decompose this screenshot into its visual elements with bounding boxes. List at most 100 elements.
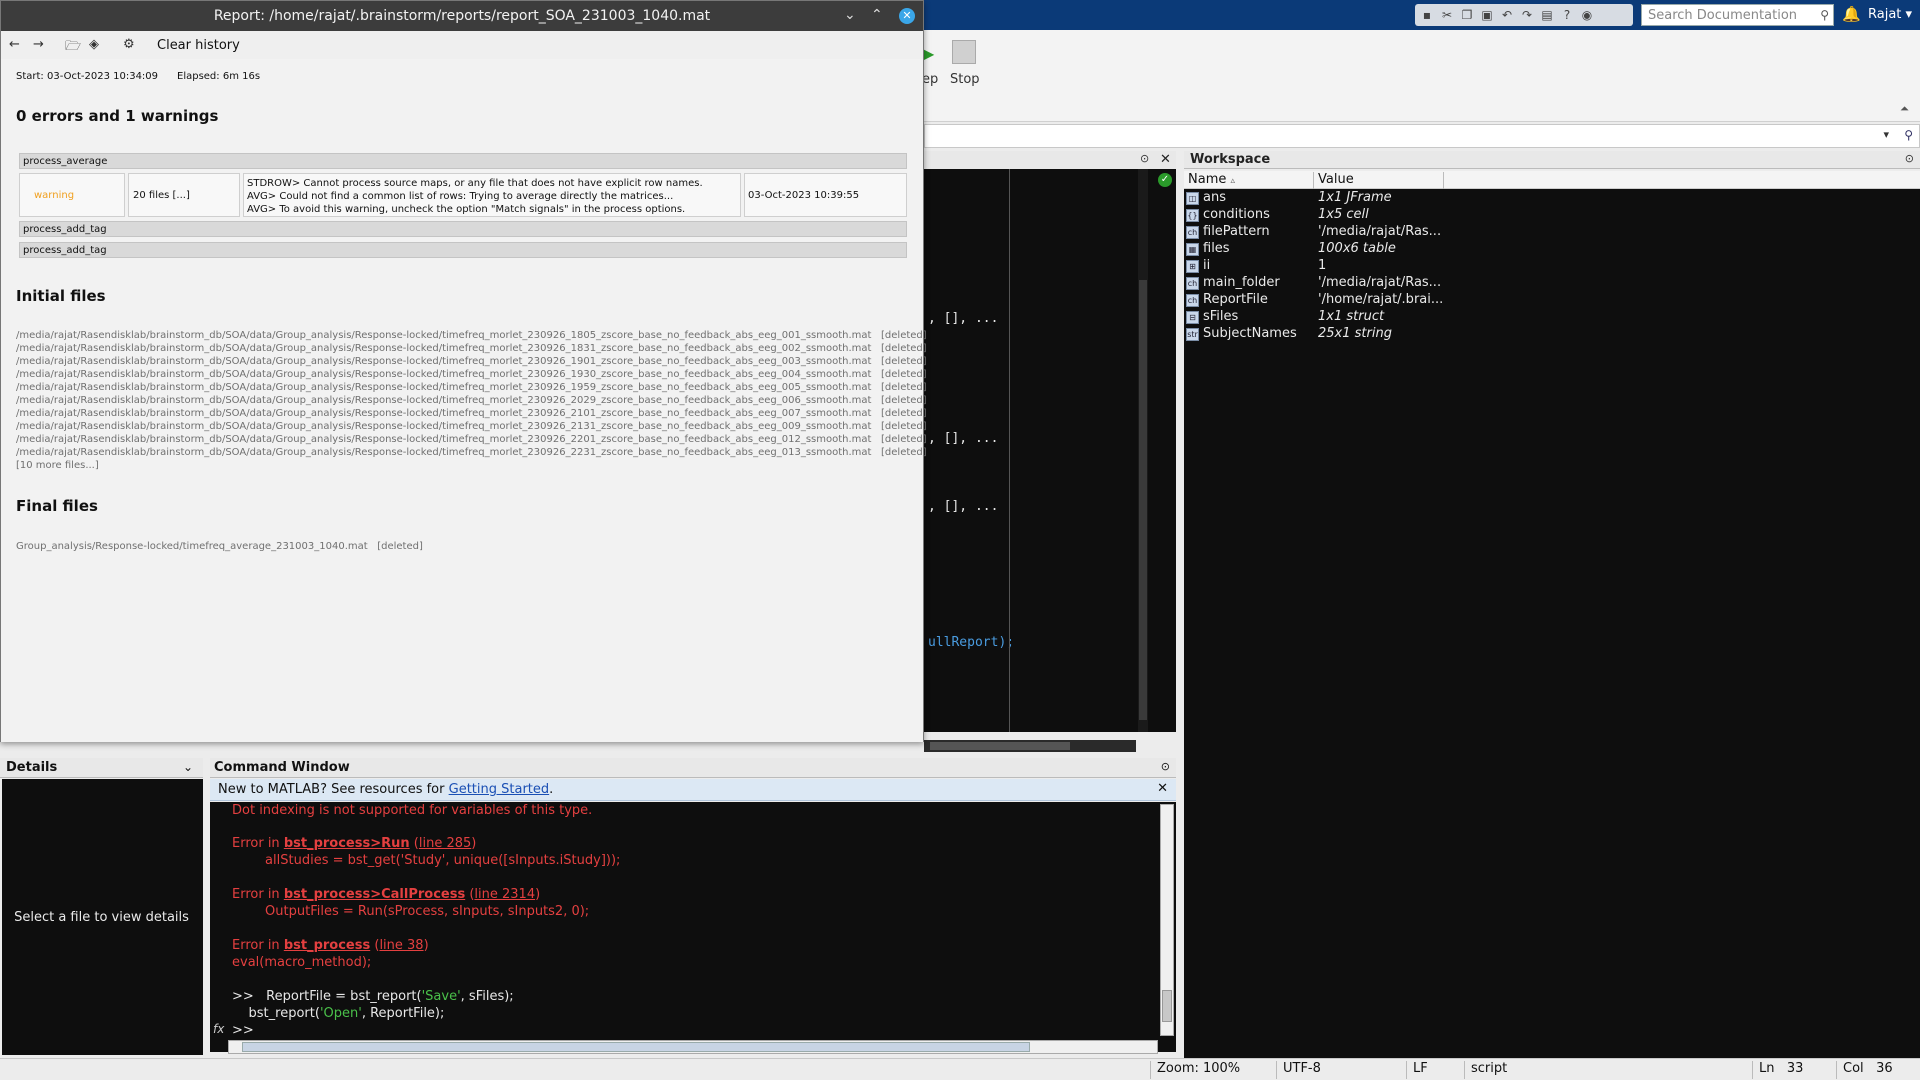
report-title: Report: /home/rajat/.brainstorm/reports/… (213, 8, 711, 24)
user-name: Rajat (1868, 7, 1902, 22)
process-bar: process_add_tag (19, 242, 907, 258)
save-icon[interactable]: ▪ (1419, 7, 1435, 23)
workspace-row[interactable]: ⊞ ii 1 (1186, 258, 1916, 275)
forward-icon[interactable]: → (33, 37, 44, 52)
redo-icon[interactable]: ↷ (1519, 7, 1535, 23)
char-icon: ch (1186, 277, 1199, 290)
command-window-options-icon[interactable]: ⊙ (1161, 760, 1170, 773)
start-time: Start: 03-Oct-2023 10:34:09 (16, 71, 159, 82)
final-files-heading: Final files (16, 497, 98, 515)
toolstrip-ribbon (924, 30, 1920, 122)
collapse-toolstrip-icon[interactable]: ⏶ (1900, 102, 1909, 116)
error-line-link[interactable]: line 38 (379, 938, 423, 953)
error-line: Error in bst_process>Run (line 285) (232, 836, 477, 851)
search-placeholder: Search Documentation (1648, 8, 1798, 23)
switch-windows-icon[interactable]: ▤ (1539, 7, 1555, 23)
search-icon[interactable]: ⚲ (1820, 8, 1829, 22)
command-prompt[interactable]: >> (232, 1023, 254, 1038)
run-button-label[interactable]: ep (922, 72, 938, 87)
initial-file-item: /media/rajat/Rasendisklab/brainstorm_db/… (16, 356, 927, 367)
status-file-type: script (1464, 1061, 1507, 1079)
char-icon: ch (1186, 226, 1199, 239)
initial-file-item: /media/rajat/Rasendisklab/brainstorm_db/… (16, 330, 927, 341)
error-line-link[interactable]: line 285 (419, 836, 471, 851)
workspace-col-name[interactable]: Name ▵ (1186, 172, 1314, 189)
error-line-link[interactable]: line 2314 (474, 887, 535, 902)
error-function-link[interactable]: bst_process>CallProcess (284, 887, 465, 902)
details-header: Details ⌄ (0, 758, 203, 778)
quick-access-toolbar: ▪ ✂ ❐ ▣ ↶ ↷ ▤ ? ◉ (1415, 4, 1633, 26)
editor-right-margin (1009, 169, 1010, 732)
open-folder-icon[interactable]: 🗁 (65, 37, 81, 59)
sort-ascending-icon: ▵ (1230, 176, 1236, 186)
workspace-row[interactable]: str SubjectNames 25x1 string (1186, 326, 1916, 343)
error-function-link[interactable]: bst_process (284, 938, 370, 953)
status-eol: LF (1406, 1061, 1428, 1079)
chevron-down-icon[interactable]: ⌄ (183, 760, 193, 774)
report-toolbar (1, 31, 923, 59)
editor-close-icon[interactable]: ✕ (1160, 152, 1171, 167)
cut-icon[interactable]: ✂ (1439, 7, 1455, 23)
workspace-row[interactable]: ch filePattern '/media/rajat/Ras... (1186, 224, 1916, 241)
undo-icon[interactable]: ↶ (1499, 7, 1515, 23)
paste-icon[interactable]: ▣ (1479, 7, 1495, 23)
search-folder-icon[interactable]: ⚲ (1904, 128, 1913, 142)
maximize-icon[interactable]: ⌃ (871, 7, 883, 23)
user-menu[interactable]: Rajat ▾ (1868, 7, 1912, 22)
settings-icon[interactable]: ◉ (1579, 7, 1595, 23)
command-window-header: Command Window ⊙ (210, 758, 1176, 778)
stop-button[interactable] (952, 40, 976, 64)
command-line: >> ReportFile = bst_report('Save', sFile… (232, 989, 514, 1004)
details-placeholder: Select a file to view details (14, 910, 189, 925)
getting-started-link[interactable]: Getting Started (449, 782, 550, 797)
close-banner-icon[interactable]: ✕ (1157, 781, 1168, 796)
current-folder-address-bar[interactable]: ▾ ⚲ (924, 124, 1920, 148)
tag-icon[interactable]: ◈ (89, 37, 99, 52)
workspace-header: Workspace ⊙ (1184, 151, 1920, 169)
copy-icon[interactable]: ❐ (1459, 7, 1475, 23)
workspace-col-value[interactable]: Value (1316, 172, 1444, 189)
initial-file-item: /media/rajat/Rasendisklab/brainstorm_db/… (16, 447, 927, 458)
workspace-row[interactable]: {} conditions 1x5 cell (1186, 207, 1916, 224)
initial-file-item: /media/rajat/Rasendisklab/brainstorm_db/… (16, 369, 927, 380)
more-files-link[interactable]: [10 more files...] (16, 459, 927, 472)
elapsed-time: Elapsed: 6m 16s (177, 71, 261, 82)
workspace-options-icon[interactable]: ⊙ (1905, 152, 1914, 165)
workspace-row[interactable]: ⊟ sFiles 1x1 struct (1186, 309, 1916, 326)
warning-message: AVG> Could not find a common list of row… (247, 191, 674, 202)
editor-options-icon[interactable]: ⊙ (1140, 152, 1149, 165)
error-code: OutputFiles = Run(sProcess, sInputs, sIn… (232, 904, 590, 919)
back-icon[interactable]: ← (9, 37, 20, 52)
command-window-hscroll-thumb[interactable] (242, 1042, 1030, 1052)
error-function-link[interactable]: bst_process>Run (284, 836, 410, 851)
editor-hscroll-thumb[interactable] (930, 742, 1070, 750)
warning-message: STDROW> Cannot process source maps, or a… (247, 178, 703, 189)
workspace-row[interactable]: ◫ ans 1x1 JFrame (1186, 190, 1916, 207)
initial-file-item: /media/rajat/Rasendisklab/brainstorm_db/… (16, 343, 927, 354)
workspace-row[interactable]: ▦ files 100x6 table (1186, 241, 1916, 258)
banner-text: New to MATLAB? See resources for Getting… (218, 782, 554, 797)
struct-icon: ⊟ (1186, 311, 1199, 324)
workspace-row[interactable]: ch main_folder '/media/rajat/Ras... (1186, 275, 1916, 292)
workspace-row[interactable]: ch ReportFile '/home/rajat/.brai... (1186, 292, 1916, 309)
editor-scroll-thumb[interactable] (1139, 280, 1147, 720)
initial-file-item: /media/rajat/Rasendisklab/brainstorm_db/… (16, 408, 927, 419)
search-documentation-input[interactable]: Search Documentation ⚲ (1641, 4, 1834, 26)
object-icon: ◫ (1186, 192, 1199, 205)
chevron-down-icon[interactable]: ▾ (1883, 128, 1889, 141)
report-titlebar[interactable]: Report: /home/rajat/.brainstorm/reports/… (1, 1, 923, 31)
notification-bell-icon[interactable]: 🔔 (1842, 5, 1861, 23)
minimize-icon[interactable]: ⌄ (844, 7, 856, 23)
warning-time: 03-Oct-2023 10:39:55 (744, 173, 907, 217)
code-fragment: , [], ... (928, 311, 999, 326)
close-icon[interactable]: ✕ (899, 8, 915, 24)
function-browser-icon[interactable]: fx (213, 1022, 224, 1036)
command-window-vscroll-thumb[interactable] (1162, 990, 1172, 1022)
editor-header (924, 151, 1176, 169)
clear-history-button[interactable]: Clear history (157, 38, 240, 53)
error-code: allStudies = bst_get('Study', unique([sI… (232, 853, 621, 868)
help-icon[interactable]: ? (1559, 7, 1575, 23)
stop-button-label[interactable]: Stop (950, 72, 980, 87)
settings-icon[interactable]: ⚙ (123, 37, 135, 52)
code-analyzer-ok-icon[interactable]: ✓ (1158, 173, 1172, 187)
